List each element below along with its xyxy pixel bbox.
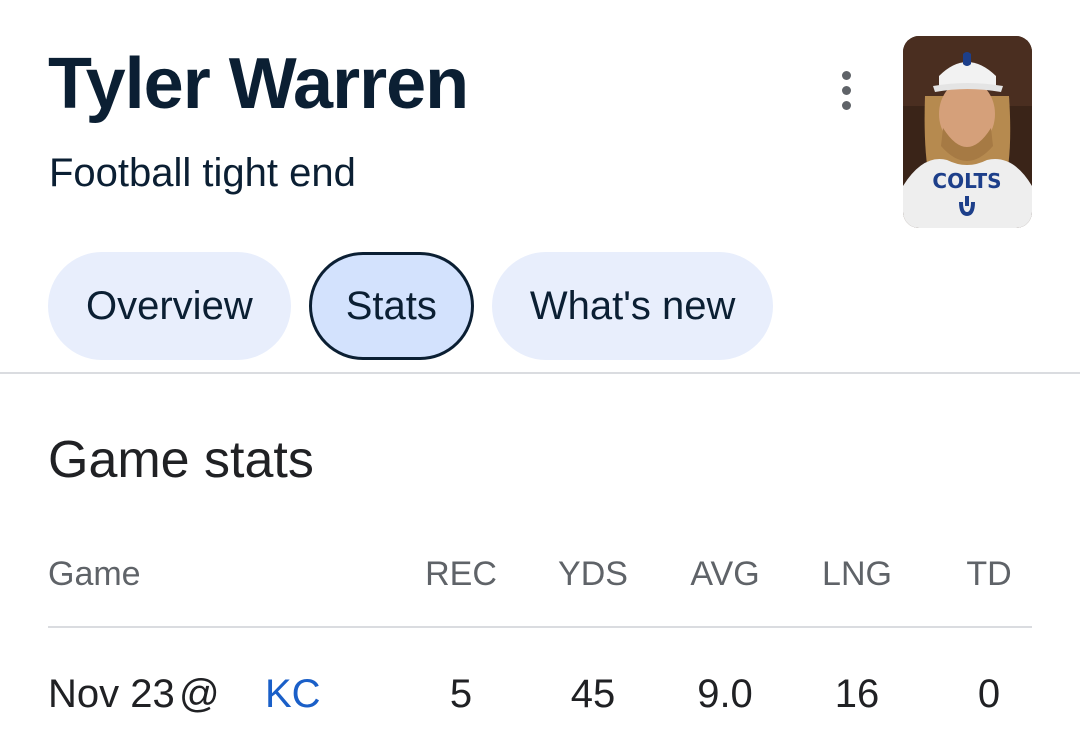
away-indicator: @ <box>179 672 220 716</box>
header-avg: AVG <box>690 555 760 593</box>
opponent-link[interactable]: KC <box>265 671 321 717</box>
game-stats-table: Game REC YDS AVG LNG TD Nov 23 @ KC 5 45… <box>48 540 1032 748</box>
table-row[interactable]: Nov 23 @ KC 5 45 9.0 16 0 <box>48 628 1032 748</box>
more-vert-icon <box>841 70 851 80</box>
tab-stats[interactable]: Stats <box>308 252 474 360</box>
game-date: Nov 23 <box>48 672 175 716</box>
tab-whats-new[interactable]: What's new <box>491 252 774 360</box>
player-photo-image: COLTS <box>903 36 1032 228</box>
stat-lng: 16 <box>834 672 880 716</box>
header-lng: LNG <box>822 555 892 593</box>
tab-overview[interactable]: Overview <box>48 252 291 360</box>
colts-shirt-text: COLTS <box>932 169 1001 193</box>
header-yds: YDS <box>558 555 628 593</box>
stat-rec: 5 <box>449 672 473 716</box>
knowledge-panel: Tyler Warren Football tight end COLTS Ov… <box>0 0 1080 753</box>
player-photo[interactable]: COLTS <box>903 36 1032 228</box>
stat-yds: 45 <box>570 672 616 716</box>
more-vert-icon-dot <box>841 100 851 110</box>
entity-subtitle: Football tight end <box>49 151 356 195</box>
more-vert-icon-dot <box>841 85 851 95</box>
more-options-button[interactable] <box>824 66 868 114</box>
entity-title: Tyler Warren <box>48 44 469 124</box>
header-td: TD <box>966 555 1012 593</box>
tab-bar: Overview Stats What's new <box>48 252 774 360</box>
header-game: Game <box>48 555 141 593</box>
divider <box>0 372 1080 374</box>
section-title: Game stats <box>48 431 314 489</box>
header-rec: REC <box>425 555 497 593</box>
stat-td: 0 <box>977 672 1001 716</box>
table-header: Game REC YDS AVG LNG TD <box>48 540 1032 628</box>
stat-avg: 9.0 <box>697 672 753 716</box>
